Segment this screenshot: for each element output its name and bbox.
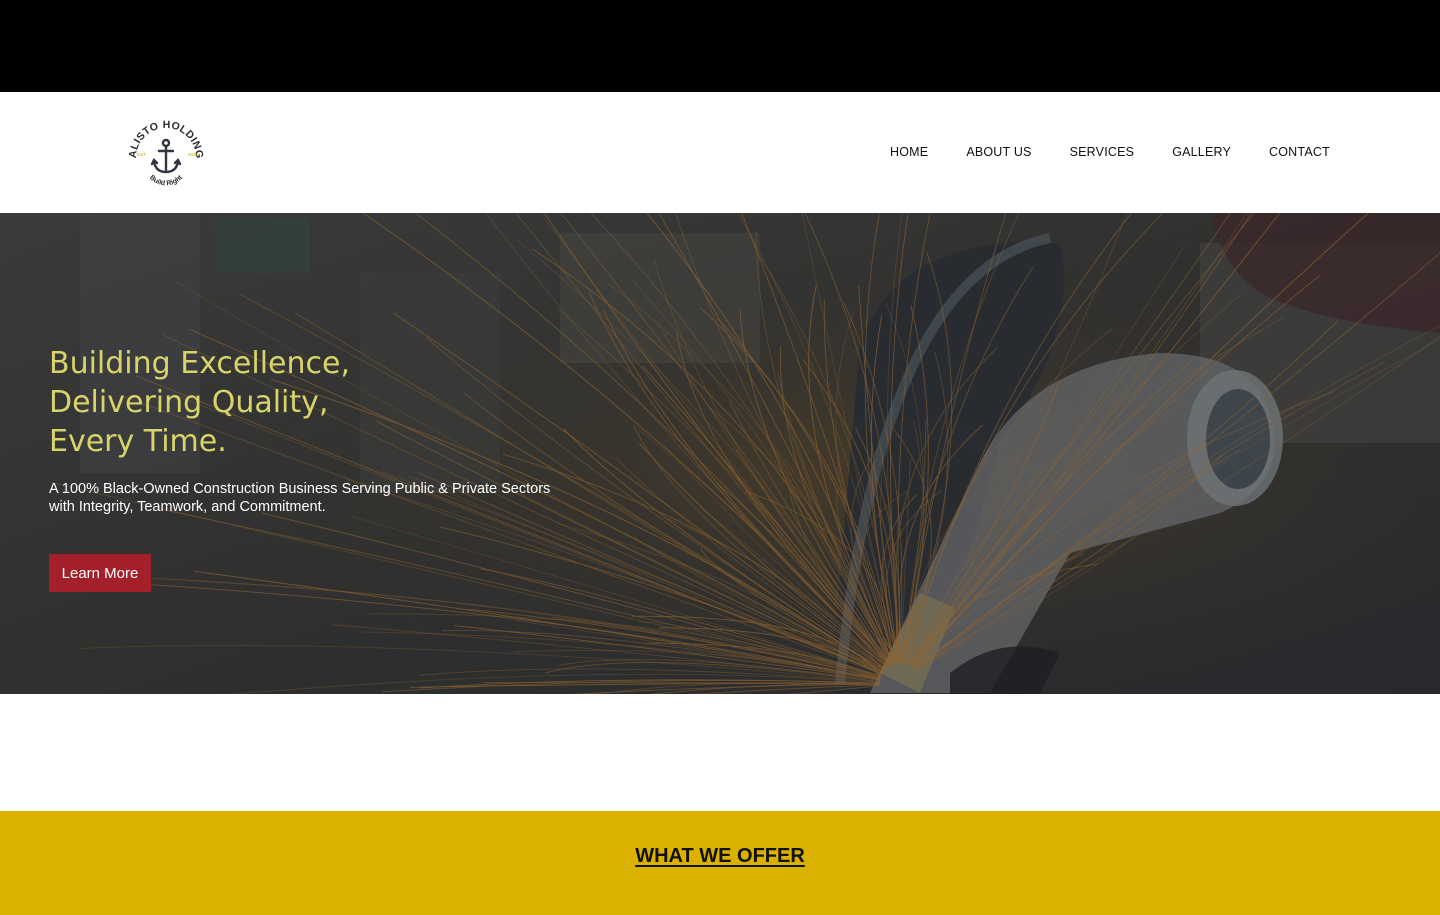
hero-title-line: Every Time. xyxy=(49,424,227,459)
hero-section: Building Excellence, Delivering Quality,… xyxy=(0,213,1440,694)
logo-tagline: Build Right xyxy=(148,174,185,188)
what-we-offer-heading: WHAT WE OFFER xyxy=(635,845,805,867)
learn-more-button[interactable]: Learn More xyxy=(49,554,151,592)
top-black-bar xyxy=(0,0,1440,92)
hero-subtitle: A 100% Black-Owned Construction Business… xyxy=(49,481,551,515)
what-we-offer-section: WHAT WE OFFER xyxy=(0,811,1440,915)
spacer-section xyxy=(0,694,1440,811)
anchor-logo-icon: KALISTO HOLDINGS Build Right EST 2019 xyxy=(122,109,205,188)
nav-services[interactable]: SERVICES xyxy=(1070,145,1135,159)
logo-year: 2019 xyxy=(188,152,199,157)
main-nav: HOME ABOUT US SERVICES GALLERY CONTACT xyxy=(890,145,1330,159)
nav-home[interactable]: HOME xyxy=(890,145,928,159)
hero-title-line: Delivering Quality, xyxy=(49,385,329,420)
svg-text:Build Right: Build Right xyxy=(148,174,185,188)
hero-title-line: Building Excellence, xyxy=(49,346,350,381)
hero-title: Building Excellence, Delivering Quality,… xyxy=(49,344,609,461)
nav-gallery[interactable]: GALLERY xyxy=(1172,145,1231,159)
section-title: WHAT WE OFFER xyxy=(0,845,1440,868)
logo-est: EST xyxy=(137,152,146,157)
nav-about-us[interactable]: ABOUT US xyxy=(966,145,1031,159)
nav-contact[interactable]: CONTACT xyxy=(1269,145,1330,159)
kalisto-logo[interactable]: KALISTO HOLDINGS Build Right EST 2019 xyxy=(122,109,206,192)
